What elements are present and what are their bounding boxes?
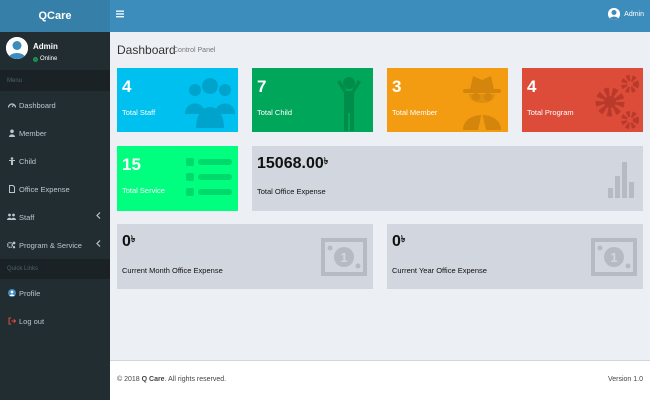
sidebar-item-dashboard[interactable]: Dashboard — [0, 91, 110, 119]
avatar — [608, 8, 621, 20]
sidebar-item-program-service[interactable]: Program & Service — [0, 231, 110, 259]
sidebar-item-label: Child — [19, 156, 37, 166]
sidebar-item-child[interactable]: Child — [0, 147, 110, 175]
stat-label: Current Month Office Expense — [122, 266, 223, 275]
users-icon — [185, 74, 235, 130]
currency-symbol: ৳ — [400, 234, 406, 244]
dashboard-icon — [7, 101, 16, 110]
sidebar-item-label: Staff — [19, 212, 35, 222]
stat-label: Current Year Office Expense — [392, 266, 487, 275]
copyright-prefix: © 2018 — [117, 376, 142, 383]
currency-symbol: ৳ — [130, 234, 136, 244]
top-user-menu[interactable]: Admin — [608, 8, 644, 20]
cogs-icon — [7, 241, 16, 250]
stat-box-program[interactable]: 4 Total Program — [522, 68, 643, 132]
sidebar: QCare Admin Online Menu Dashboard Member… — [0, 0, 110, 400]
user-secret-icon — [461, 72, 503, 132]
profile-icon — [7, 289, 16, 298]
stat-box-staff[interactable]: 4 Total Staff — [117, 68, 238, 132]
hamburger-icon[interactable] — [116, 10, 124, 21]
file-icon — [7, 185, 16, 194]
user-panel: Admin Online — [0, 32, 110, 70]
top-navbar: Admin — [110, 0, 650, 32]
chevron-left-icon — [96, 212, 101, 221]
page-subtitle: Control Panel — [173, 47, 216, 54]
stat-value: 0৳ — [392, 233, 405, 251]
stat-box-year-expense[interactable]: 0৳ Current Year Office Expense 1 — [387, 224, 643, 289]
stat-box-service[interactable]: 15 Total Service — [117, 146, 238, 211]
top-user-name: Admin — [624, 10, 644, 18]
stat-box-child[interactable]: 7 Total Child — [252, 68, 373, 132]
quick-links-header: Quick Links — [0, 259, 110, 279]
stat-label: Total Service — [122, 186, 165, 195]
user-name: Admin — [33, 42, 58, 51]
avatar — [6, 37, 28, 59]
users-icon — [7, 213, 16, 222]
sidebar-item-label: Program & Service — [19, 240, 82, 250]
stat-value: 7 — [257, 77, 267, 96]
sidebar-item-office-expense[interactable]: Office Expense — [0, 175, 110, 203]
bar-chart-icon — [608, 162, 636, 200]
main-content: Dashboard Control Panel 4 Total Staff 7 … — [110, 32, 650, 360]
page-title: Dashboard — [117, 43, 176, 57]
user-icon — [7, 129, 16, 138]
cogs-icon — [592, 72, 640, 132]
stat-value: 15068.00৳ — [257, 155, 328, 173]
menu-header: Menu — [0, 70, 110, 91]
stat-value: 15 — [122, 155, 141, 174]
stat-label: Total Staff — [122, 108, 156, 117]
sidebar-item-member[interactable]: Member — [0, 119, 110, 147]
copyright-suffix: . All rights reserved. — [164, 376, 227, 383]
footer-version: Version 1.0 — [607, 376, 643, 383]
user-status: Online — [33, 56, 57, 62]
stat-value: 0৳ — [122, 233, 135, 251]
sidebar-item-label: Log out — [19, 316, 45, 326]
stat-label: Total Office Expense — [257, 187, 326, 196]
app-logo[interactable]: QCare — [0, 0, 110, 32]
stat-amount: 0 — [392, 233, 401, 250]
stat-amount: 0 — [122, 233, 131, 250]
stat-value: 3 — [392, 77, 402, 96]
currency-symbol: ৳ — [323, 156, 329, 166]
stat-label: Total Member — [392, 108, 438, 117]
footer-brand-link[interactable]: Q Care — [142, 376, 165, 383]
sidebar-item-label: Office Expense — [19, 184, 70, 194]
money-bill-icon: 1 — [321, 238, 367, 278]
sidebar-item-label: Dashboard — [19, 100, 56, 110]
stat-box-total-office-expense[interactable]: 15068.00৳ Total Office Expense — [252, 146, 643, 211]
stat-value: 4 — [527, 77, 537, 96]
stat-amount: 15068.00 — [257, 155, 324, 172]
stat-box-month-expense[interactable]: 0৳ Current Month Office Expense 1 — [117, 224, 373, 289]
stat-label: Total Child — [257, 108, 293, 117]
online-dot-icon — [33, 56, 38, 62]
child-icon — [7, 157, 16, 166]
footer: © 2018 Q Care. All rights reserved. Vers… — [110, 360, 650, 400]
stat-label: Total Program — [527, 108, 574, 117]
sidebar-item-label: Profile — [19, 288, 41, 298]
sidebar-item-staff[interactable]: Staff — [0, 203, 110, 231]
stat-value: 4 — [122, 77, 132, 96]
svg-text:1: 1 — [610, 250, 617, 265]
svg-text:1: 1 — [340, 250, 347, 265]
user-status-text: Online — [40, 56, 58, 62]
stat-box-member[interactable]: 3 Total Member — [387, 68, 508, 132]
sidebar-item-profile[interactable]: Profile — [0, 279, 110, 307]
child-icon — [336, 76, 362, 132]
chevron-left-icon — [96, 240, 101, 249]
sidebar-item-label: Member — [19, 128, 47, 138]
sidebar-item-logout[interactable]: Log out — [0, 307, 110, 335]
logout-icon — [7, 317, 16, 326]
money-bill-icon: 1 — [591, 238, 637, 278]
footer-copyright: © 2018 Q Care. All rights reserved. — [117, 376, 226, 383]
list-icon — [186, 158, 232, 198]
